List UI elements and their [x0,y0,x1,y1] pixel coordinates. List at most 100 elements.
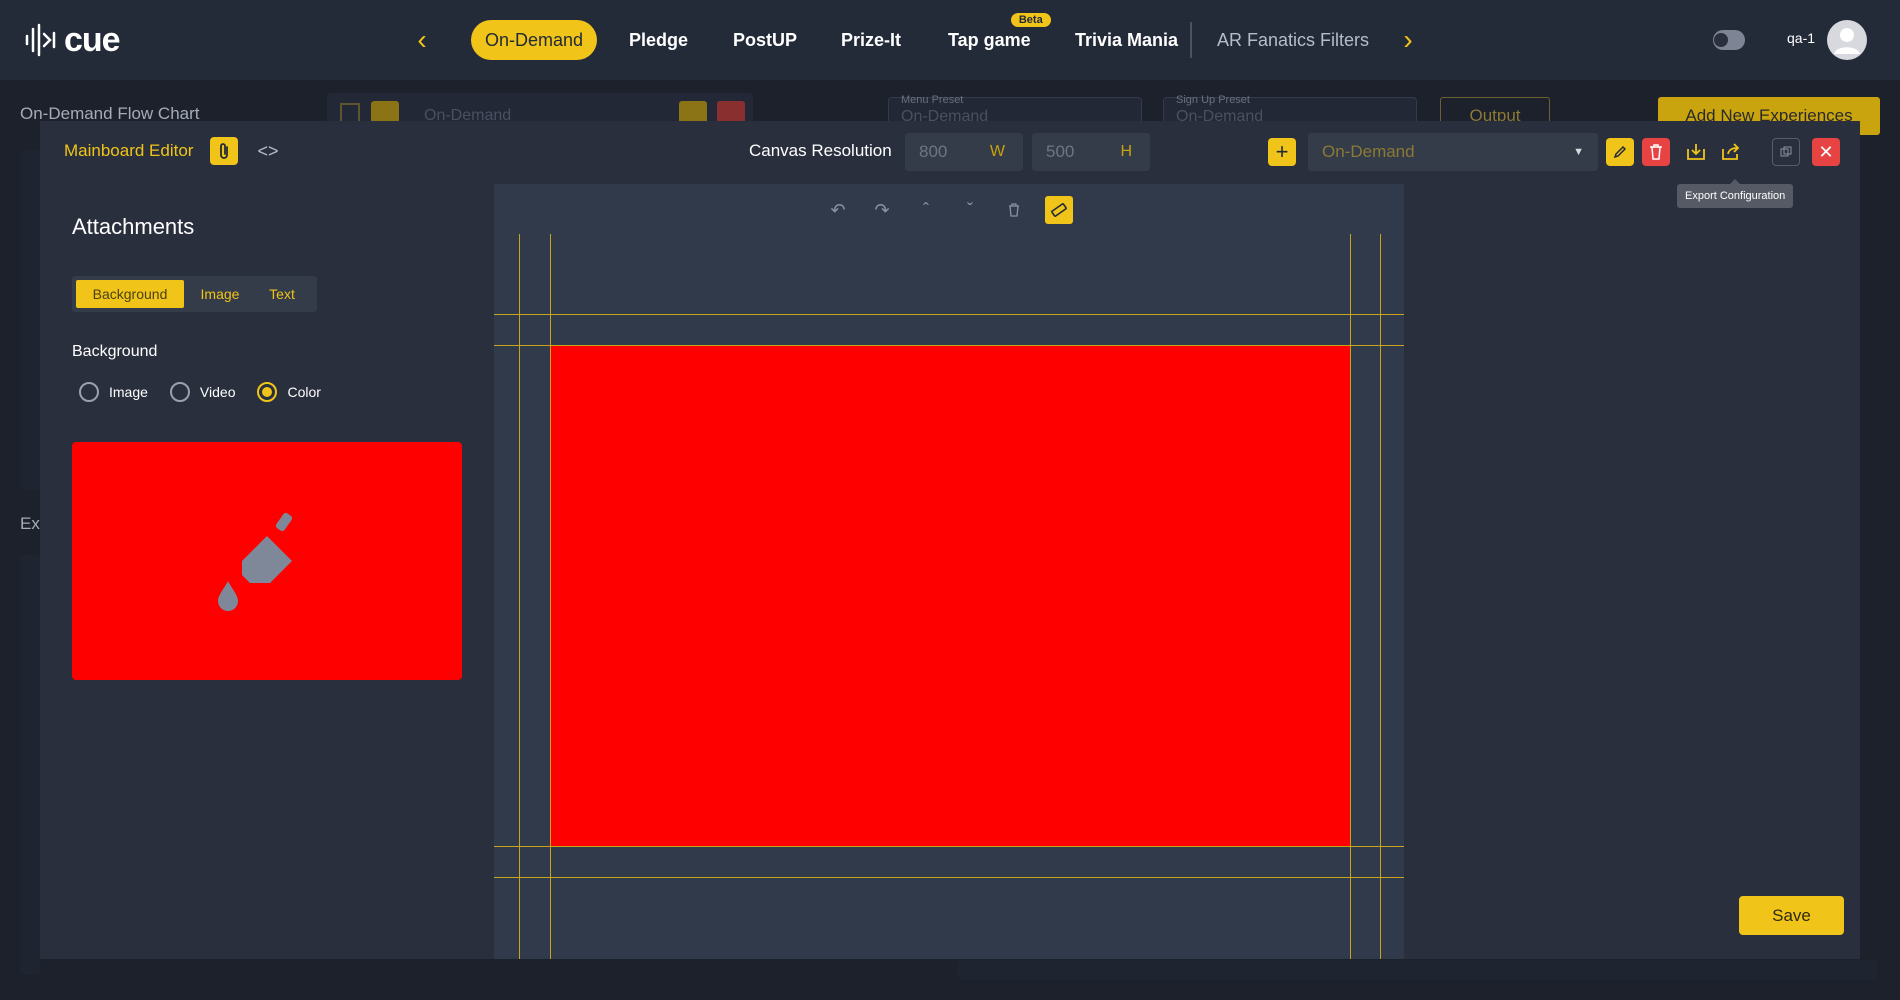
radio-button[interactable] [79,382,99,402]
tab-label: Prize-It [841,29,902,50]
preset-select[interactable]: On-Demand ▼ [1308,133,1598,171]
save-button[interactable]: Save [1739,896,1844,935]
canvas-width-input[interactable]: 800 W [905,133,1023,171]
delete-preset-button[interactable] [1642,138,1670,166]
radio-option-video[interactable]: Video [169,382,236,402]
pencil-icon [1613,145,1627,159]
nav-prev-button[interactable]: ‹ [406,24,438,56]
ruler-icon [1051,203,1067,217]
tab-trivia-mania[interactable]: Trivia Mania [1061,20,1192,60]
tab-pledge[interactable]: Pledge [615,20,702,60]
undo-icon: ↶ [830,199,846,220]
guide-line-vertical [550,234,551,959]
nav-divider [1190,22,1192,58]
radio-button[interactable] [169,382,190,402]
caret-down-icon: ▼ [1573,146,1584,158]
plus-icon: + [1275,139,1289,164]
redo-button[interactable]: ↷ [869,197,895,223]
paint-bucket-icon [218,512,293,611]
width-value: 800 [919,142,948,161]
attachments-toggle-button[interactable] [210,137,238,165]
send-backward-button[interactable]: ˇ [957,197,983,223]
tab-background[interactable]: Background [76,280,184,308]
canvas-background[interactable] [550,346,1350,846]
chevron-left-icon: ‹ [417,24,427,55]
canvas-area[interactable]: ↶ ↷ ˆ ˇ [494,184,1404,959]
tab-label: Pledge [629,29,689,50]
canvas-height-input[interactable]: 500 H [1032,133,1150,171]
radio-option-color[interactable]: Color [257,382,321,402]
radio-option-image[interactable]: Image [79,382,148,402]
chevron-down-icon: ˇ [967,199,973,220]
height-unit: H [1120,143,1132,160]
width-unit: W [989,143,1005,160]
toggle-knob [1714,33,1728,47]
user-icon [1834,28,1860,54]
brand-logo[interactable]: cue [24,20,121,60]
nav-next-button[interactable]: › [1392,24,1424,56]
tab-prize-it[interactable]: Prize-It [827,20,915,60]
radio-button[interactable] [257,382,278,402]
code-icon: <> [257,140,279,161]
export-configuration-button[interactable] [1717,138,1745,166]
canvas-resolution-label: Canvas Resolution [749,141,892,160]
copy-button[interactable] [1772,138,1800,166]
background-panel [958,960,1878,980]
background-type-radio-group: Image Video Color [79,380,329,404]
add-preset-button[interactable]: + [1268,138,1296,166]
tab-on-demand[interactable]: On-Demand [471,20,598,60]
import-icon [1687,144,1705,160]
export-configuration-tooltip: Export Configuration [1677,179,1794,208]
trash-icon [1650,144,1662,160]
background-label: Background [72,343,158,360]
paperclip-icon [220,143,228,159]
username: qa-1 [1787,30,1816,46]
canvas-toolbar: ↶ ↷ ˆ ˇ [494,196,1404,224]
tab-ar-fanatics-filters[interactable]: AR Fanatics Filters [1203,20,1383,60]
tab-text[interactable]: Text [252,280,312,308]
guide-line-horizontal [494,877,1404,878]
tab-tap-game[interactable]: Tap game Beta [934,13,1051,60]
guide-line-vertical [1380,234,1381,959]
avatar[interactable] [1827,20,1867,60]
share-icon [1722,143,1740,160]
tab-postup[interactable]: PostUP [719,20,811,60]
theme-toggle[interactable] [1713,30,1745,50]
code-view-button[interactable]: <> [254,137,282,165]
copy-icon [1780,146,1792,157]
bring-forward-button[interactable]: ˆ [913,197,939,223]
modal-title: Mainboard Editor [64,141,194,160]
guide-line-horizontal [494,846,1404,847]
radio-label: Image [109,384,148,400]
redo-icon: ↷ [874,199,890,220]
menu-preset-label: Menu Preset [901,94,964,106]
attachments-title: Attachments [72,214,195,239]
background-color-picker[interactable] [72,442,462,680]
sound-wave-icon [25,23,56,57]
delete-element-button[interactable] [1001,197,1027,223]
chevron-right-icon: › [1403,24,1413,55]
tab-label: Trivia Mania [1075,29,1179,50]
radio-label: Video [199,384,236,400]
import-configuration-button[interactable] [1682,138,1710,166]
tab-image[interactable]: Image [188,280,252,308]
background-panel [20,555,40,975]
mainboard-editor-modal: Mainboard Editor <> Canvas Resolution 80… [40,121,1860,959]
guide-line-vertical [1350,234,1351,959]
guide-line-vertical [519,234,520,959]
top-navigation: cue ‹ On-Demand Pledge PostUP Prize-It T… [0,0,1900,80]
edit-preset-button[interactable] [1606,138,1634,166]
grid-icon [340,103,360,123]
guide-line-horizontal [494,314,1404,315]
tab-label: Tap game [948,29,1031,50]
tab-label: On-Demand [485,29,584,50]
signup-preset-label: Sign Up Preset [1176,94,1250,106]
tab-label: AR Fanatics Filters [1217,29,1370,50]
close-modal-button[interactable]: ✕ [1812,138,1840,166]
brand-name: cue [64,20,121,59]
ruler-toggle-button[interactable] [1045,196,1073,224]
undo-button[interactable]: ↶ [825,197,851,223]
close-icon: ✕ [1818,141,1834,162]
height-value: 500 [1046,142,1075,161]
beta-badge: Beta [1010,13,1051,27]
